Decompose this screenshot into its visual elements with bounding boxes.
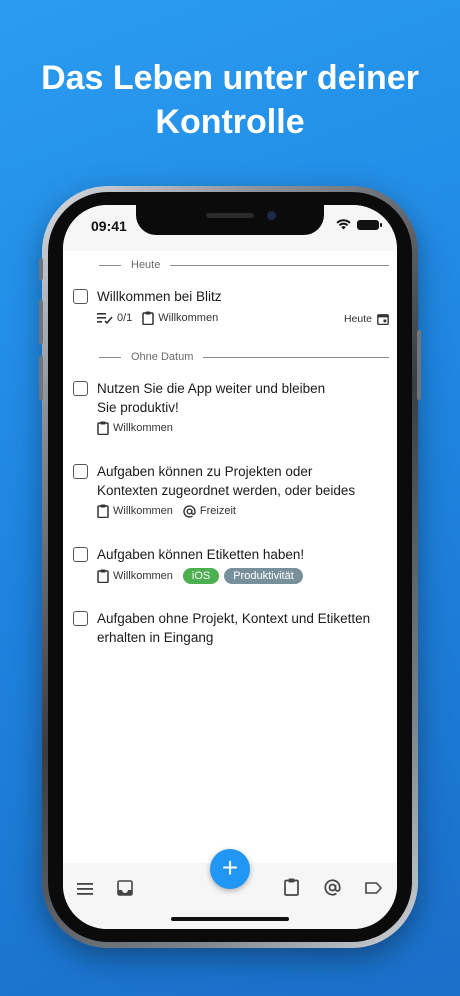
volume-up-button <box>39 300 43 344</box>
clipboard-icon <box>97 504 109 518</box>
at-icon[interactable] <box>324 879 341 896</box>
checklist-icon <box>97 313 113 324</box>
task-item[interactable]: Aufgaben können Etiketten haben! Willkom… <box>73 545 389 589</box>
section-divider <box>99 264 121 266</box>
section-header-no-date: Ohne Datum <box>99 347 389 367</box>
task-title-line: Aufgaben können Etiketten haben! <box>97 547 305 562</box>
clipboard-icon <box>97 569 109 583</box>
task-title-line: Nutzen Sie die App weiter und bleiben <box>97 381 326 396</box>
task-item[interactable]: Nutzen Sie die App weiter und bleiben Si… <box>73 379 389 441</box>
task-checkbox[interactable] <box>73 289 88 304</box>
status-icons <box>336 219 382 230</box>
label-icon[interactable] <box>365 882 382 894</box>
power-button <box>417 330 421 400</box>
task-checkbox[interactable] <box>73 547 88 562</box>
speaker-grille <box>206 213 254 218</box>
inbox-icon[interactable] <box>117 880 133 896</box>
task-item[interactable]: Aufgaben ohne Projekt, Kontext und Etike… <box>73 609 389 649</box>
tag-productivity[interactable]: Produktivität <box>224 568 303 584</box>
section-label: Ohne Datum <box>131 351 194 363</box>
status-time: 09:41 <box>91 218 127 234</box>
subtask-count: 0/1 <box>97 312 132 324</box>
task-project: Willkommen <box>97 569 173 583</box>
project-name: Willkommen <box>113 505 173 517</box>
clipboard-icon <box>142 311 155 325</box>
section-divider <box>170 264 389 266</box>
at-icon <box>183 504 196 518</box>
task-project: Willkommen <box>97 504 173 518</box>
calendar-icon <box>377 314 389 325</box>
task-meta: 0/1 Willkommen <box>97 311 228 325</box>
task-meta: Willkommen Freizeit <box>97 504 246 518</box>
task-title-line: Willkommen bei Blitz <box>97 289 222 304</box>
task-context: Freizeit <box>183 504 236 518</box>
task-item[interactable]: Willkommen bei Blitz 0/1 Willkommen Heut… <box>73 287 389 333</box>
task-title-line: Sie produktiv! <box>97 400 179 415</box>
project-name: Willkommen <box>113 570 173 582</box>
task-title[interactable]: Aufgaben ohne Projekt, Kontext und Etike… <box>97 609 387 647</box>
due-date-text: Heute <box>343 313 372 325</box>
front-camera <box>267 211 276 220</box>
menu-icon[interactable] <box>77 883 93 895</box>
headline: Das Leben unter deiner Kontrolle <box>0 56 460 144</box>
subtask-count-text: 0/1 <box>117 312 133 324</box>
context-name: Freizeit <box>199 505 236 517</box>
wifi-icon <box>336 219 351 230</box>
volume-down-button <box>39 356 43 400</box>
headline-line-2: Kontrolle <box>155 103 305 141</box>
task-checkbox[interactable] <box>73 611 88 626</box>
task-title[interactable]: Aufgaben können Etiketten haben! <box>97 545 387 564</box>
section-divider <box>99 356 121 358</box>
task-title[interactable]: Aufgaben können zu Projekten oder Kontex… <box>97 462 387 500</box>
notch <box>136 205 324 235</box>
home-indicator <box>171 917 289 921</box>
clipboard-icon <box>97 421 109 435</box>
section-label: Heute <box>131 259 161 271</box>
app-screen: 09:41 Heute Willkommen bei Blitz 0/1 Wil… <box>63 205 397 929</box>
task-title-line: erhalten in Eingang <box>97 630 214 645</box>
tag-ios[interactable]: iOS <box>182 568 220 584</box>
task-checkbox[interactable] <box>73 464 88 479</box>
task-project: Willkommen <box>97 421 173 435</box>
task-title[interactable]: Nutzen Sie die App weiter und bleiben Si… <box>97 379 387 417</box>
task-title-line: Kontexten zugeordnet werden, oder beides <box>97 483 356 498</box>
task-title[interactable]: Willkommen bei Blitz <box>97 287 387 306</box>
project-name: Willkommen <box>158 312 219 324</box>
task-due-date: Heute <box>344 313 389 325</box>
section-divider <box>203 356 389 358</box>
task-meta: Willkommen iOS Produktivität <box>97 568 308 584</box>
mute-switch <box>39 258 43 280</box>
task-item[interactable]: Aufgaben können zu Projekten oder Kontex… <box>73 462 389 524</box>
project-name: Willkommen <box>113 422 173 434</box>
section-header-today: Heute <box>99 255 389 275</box>
task-project: Willkommen <box>142 311 218 325</box>
add-task-button[interactable]: + <box>210 849 250 889</box>
task-meta: Willkommen <box>97 421 183 435</box>
task-title-line: Aufgaben können zu Projekten oder <box>97 464 313 479</box>
headline-line-1: Das Leben unter deiner <box>41 59 419 97</box>
task-checkbox[interactable] <box>73 381 88 396</box>
task-title-line: Aufgaben ohne Projekt, Kontext und Etike… <box>97 611 371 626</box>
battery-icon <box>357 219 382 230</box>
clipboard-icon[interactable] <box>284 878 299 896</box>
status-bar: 09:41 <box>63 205 397 251</box>
